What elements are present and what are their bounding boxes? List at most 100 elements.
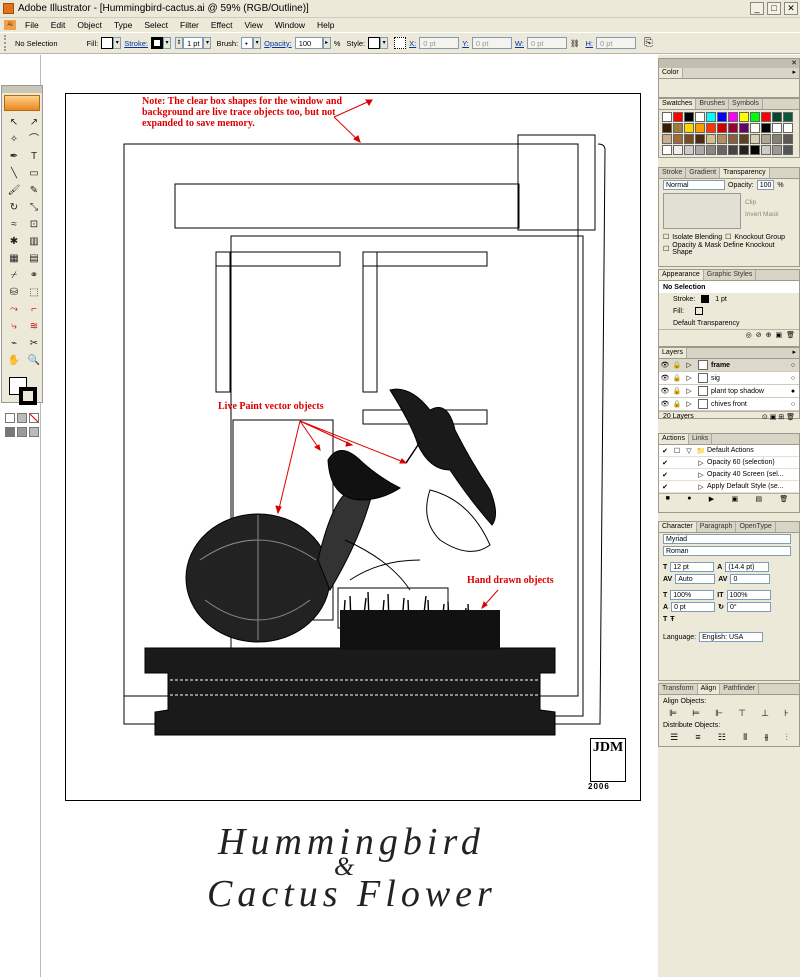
maximize-button[interactable]: □ — [767, 2, 781, 15]
swatch-chip[interactable] — [695, 123, 705, 133]
panel-menu-icon[interactable]: ▸ — [792, 68, 796, 76]
action-set-row[interactable]: ✔ ☐ ▽ 📁 Default Actions — [659, 445, 799, 457]
character-rotation-field[interactable]: 0° — [726, 602, 771, 612]
swatch-chip[interactable] — [772, 123, 782, 133]
scale-tool-icon[interactable]: ⤡ — [25, 200, 43, 216]
swatch-chip[interactable] — [662, 112, 672, 122]
language-select[interactable]: English: USA — [699, 632, 764, 642]
swatch-chip[interactable] — [739, 134, 749, 144]
action-row[interactable]: ✔ ▷ Opacity 40 Screen (sel... — [659, 469, 799, 481]
paintbrush-tool-icon[interactable]: 🖌 — [5, 183, 23, 199]
tab-opentype[interactable]: OpenType — [736, 522, 776, 532]
symbol-sprayer-tool-icon[interactable]: ✱ — [5, 234, 23, 250]
hand-tool-icon[interactable]: ✋ — [5, 353, 23, 369]
tab-paragraph[interactable]: Paragraph — [697, 522, 737, 532]
tab-color[interactable]: Color — [659, 68, 683, 78]
swatch-chip[interactable] — [761, 123, 771, 133]
none-mode-icon[interactable] — [29, 413, 39, 423]
tab-swatches[interactable]: Swatches — [659, 99, 697, 109]
screen-mode-normal-icon[interactable] — [5, 427, 15, 437]
leading-field[interactable]: (14.4 pt) — [725, 562, 770, 572]
swatch-chip[interactable] — [684, 112, 694, 122]
tab-pathfinder[interactable]: Pathfinder — [720, 684, 760, 694]
tab-character[interactable]: Character — [659, 522, 697, 532]
swatch-chip[interactable] — [750, 112, 760, 122]
clip-checkbox[interactable]: Clip — [745, 197, 779, 209]
free-transform-tool-icon[interactable]: ⊡ — [25, 217, 43, 233]
tab-transparency[interactable]: Transparency — [720, 168, 770, 178]
swatch-chip[interactable] — [783, 123, 793, 133]
tab-links[interactable]: Links — [689, 434, 713, 444]
opacity-mask-checkbox[interactable]: Opacity & Mask Define Knockout Shape — [672, 242, 795, 256]
swatch-chip[interactable] — [695, 145, 705, 155]
eyedropper-tool-icon[interactable]: ⌿ — [5, 268, 23, 284]
swatch-chip[interactable] — [706, 112, 716, 122]
swatch-chip[interactable] — [662, 145, 672, 155]
tab-stroke[interactable]: Stroke — [659, 168, 687, 178]
swatch-chip[interactable] — [717, 134, 727, 144]
swatch-chip[interactable] — [761, 145, 771, 155]
swatch-chip[interactable] — [750, 145, 760, 155]
line-tool-icon[interactable]: ╲ — [5, 166, 23, 182]
selection-tool-icon[interactable]: ↖ — [5, 115, 23, 131]
close-button[interactable]: ✕ — [784, 2, 798, 15]
rotate-tool-icon[interactable]: ↻ — [5, 200, 23, 216]
knife-tool-icon[interactable]: ⌁ — [5, 336, 23, 352]
swatch-chip[interactable] — [728, 145, 738, 155]
swatch-chip[interactable] — [706, 134, 716, 144]
font-style-select[interactable]: Roman — [663, 546, 791, 556]
tab-align[interactable]: Align — [697, 684, 721, 694]
swatch-chip[interactable] — [706, 123, 716, 133]
distribute-buttons-row[interactable]: ☰ ≡ ☷ ⫴ ⫵ ⫶ — [659, 731, 799, 743]
scissors-tool-icon[interactable]: ✂ — [25, 336, 43, 352]
opacity-field[interactable]: 100 — [756, 180, 775, 190]
blend-mode-select[interactable]: Normal — [663, 180, 725, 190]
tab-brushes[interactable]: Brushes — [696, 99, 730, 109]
close-icon[interactable]: ✕ — [791, 59, 797, 68]
swatch-chip[interactable] — [761, 134, 771, 144]
swatch-chip[interactable] — [772, 112, 782, 122]
font-family-select[interactable]: Myriad — [663, 534, 791, 544]
screen-mode-full-icon[interactable] — [29, 427, 39, 437]
eraser-tool-icon[interactable]: ≋ — [25, 319, 43, 335]
swatch-chip[interactable] — [684, 123, 694, 133]
swatch-chip[interactable] — [728, 134, 738, 144]
swatch-chip[interactable] — [750, 134, 760, 144]
gradient-tool-icon[interactable]: ▤ — [25, 251, 43, 267]
live-paint-selection-tool-icon[interactable]: ⬚ — [25, 285, 43, 301]
swatch-chip[interactable] — [673, 123, 683, 133]
layer-row[interactable]: 👁 🔒 ▷ chives front ○ — [659, 398, 799, 411]
crop-area-tool-icon[interactable]: ⌐ — [25, 302, 43, 318]
tab-graphic-styles[interactable]: Graphic Styles — [704, 270, 757, 280]
swatch-chip[interactable] — [695, 112, 705, 122]
tab-layers[interactable]: Layers — [659, 348, 688, 358]
align-buttons-row[interactable]: ⊫ ⊨ ⊩ ⊤ ⊥ ⊦ — [659, 707, 799, 719]
magic-wand-tool-icon[interactable]: ✧ — [5, 132, 23, 148]
swatch-chip[interactable] — [684, 134, 694, 144]
swatch-chip[interactable] — [772, 145, 782, 155]
swatch-chip[interactable] — [739, 112, 749, 122]
warp-tool-icon[interactable]: ≈ — [5, 217, 23, 233]
swatch-chip[interactable] — [739, 123, 749, 133]
lasso-tool-icon[interactable]: ⌒ — [25, 132, 43, 148]
mesh-tool-icon[interactable]: ▦ — [5, 251, 23, 267]
swatch-chip[interactable] — [750, 123, 760, 133]
swatch-chip[interactable] — [761, 112, 771, 122]
swatch-chip[interactable] — [783, 134, 793, 144]
rectangle-tool-icon[interactable]: ▭ — [25, 166, 43, 182]
minimize-button[interactable]: _ — [750, 2, 764, 15]
color-mode-icon[interactable] — [5, 413, 15, 423]
zoom-tool-icon[interactable]: 🔍 — [25, 353, 43, 369]
blend-tool-icon[interactable]: ⚭ — [25, 268, 43, 284]
swatch-chip[interactable] — [717, 112, 727, 122]
swatch-chip[interactable] — [739, 145, 749, 155]
live-paint-bucket-tool-icon[interactable]: ⛁ — [5, 285, 23, 301]
type-tool-icon[interactable]: T — [25, 149, 43, 165]
tab-symbols[interactable]: Symbols — [729, 99, 763, 109]
swatch-chip[interactable] — [673, 134, 683, 144]
stroke-color-box[interactable] — [19, 387, 37, 405]
baseline-shift-field[interactable]: 0 pt — [671, 602, 716, 612]
gradient-mode-icon[interactable] — [17, 413, 27, 423]
layer-row[interactable]: 👁 🔒 ▷ plant top shadow ● — [659, 385, 799, 398]
tab-appearance[interactable]: Appearance — [659, 270, 704, 280]
